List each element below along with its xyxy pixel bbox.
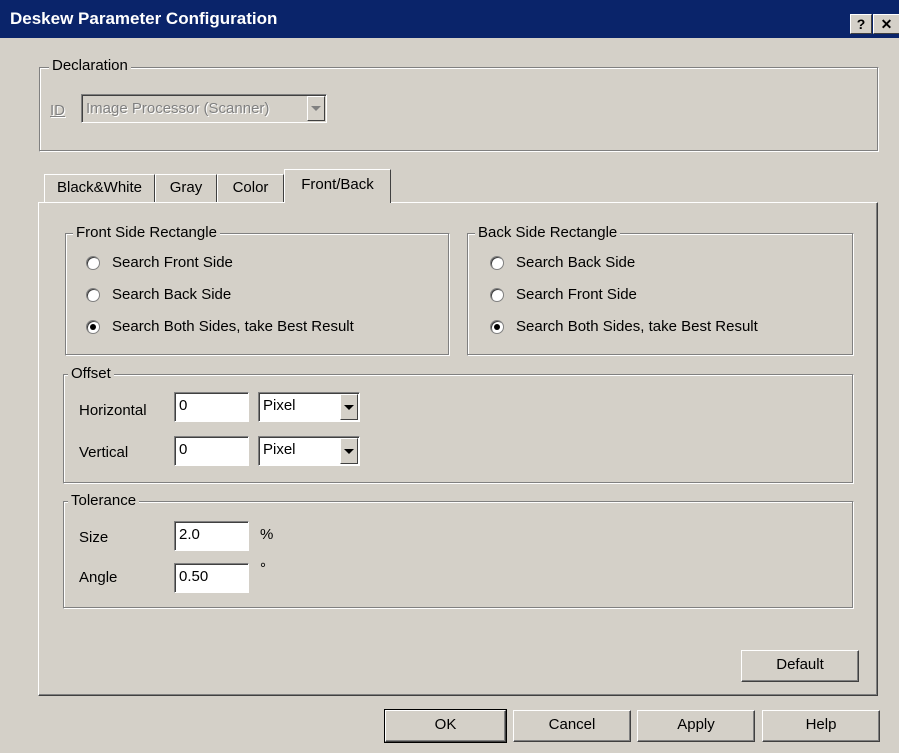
vertical-input[interactable]: 0 (174, 436, 249, 466)
size-input[interactable]: 2.0 (174, 521, 249, 551)
tab-black-white-label: Black&White (56, 179, 143, 196)
id-select-value: Image Processor (Scanner) (86, 100, 270, 117)
horizontal-unit-value: Pixel (263, 397, 296, 414)
apply-button-label: Apply (677, 716, 715, 733)
vertical-unit-select[interactable]: Pixel (258, 436, 360, 466)
angle-label: Angle (79, 569, 118, 586)
size-unit: % (260, 526, 274, 543)
horizontal-input[interactable]: 0 (174, 392, 249, 422)
window-title: Deskew Parameter Configuration (10, 9, 278, 28)
back-search-both-radio[interactable] (490, 320, 504, 334)
vertical-input-value: 0 (179, 441, 188, 458)
tab-color-label: Color (232, 179, 269, 196)
tab-front-back-label: Front/Back (301, 176, 374, 193)
offset-group-label: Offset (68, 365, 114, 382)
offset-group (63, 374, 854, 484)
close-icon: ✕ (880, 16, 893, 32)
help-button-label: Help (805, 716, 837, 733)
front-search-both-label[interactable]: Search Both Sides, take Best Result (112, 318, 354, 335)
id-select-arrow (307, 96, 325, 121)
front-search-front-label[interactable]: Search Front Side (112, 254, 233, 271)
apply-button[interactable]: Apply (637, 710, 755, 742)
vertical-label: Vertical (79, 444, 129, 461)
angle-unit: ° (260, 560, 266, 577)
id-select: Image Processor (Scanner) (81, 94, 327, 123)
close-title-button[interactable]: ✕ (873, 14, 899, 34)
chevron-down-icon (344, 448, 354, 454)
default-button-label: Default (776, 656, 824, 673)
size-label: Size (79, 529, 109, 546)
back-side-group-label: Back Side Rectangle (475, 224, 621, 241)
front-search-back-radio[interactable] (86, 288, 100, 302)
tolerance-group-label: Tolerance (68, 492, 140, 509)
horizontal-label: Horizontal (79, 402, 147, 419)
back-search-both-label[interactable]: Search Both Sides, take Best Result (516, 318, 758, 335)
front-search-front-radio[interactable] (86, 256, 100, 270)
cancel-button[interactable]: Cancel (513, 710, 631, 742)
tab-gray[interactable]: Gray (155, 174, 217, 202)
angle-input-value: 0.50 (179, 568, 209, 585)
vertical-unit-value: Pixel (263, 441, 296, 458)
front-side-group-label: Front Side Rectangle (73, 224, 220, 241)
horizontal-unit-select[interactable]: Pixel (258, 392, 360, 422)
tab-color[interactable]: Color (217, 174, 284, 202)
declaration-group-label: Declaration (49, 57, 131, 74)
help-button[interactable]: Help (762, 710, 880, 742)
default-button[interactable]: Default (741, 650, 859, 682)
front-search-both-radio[interactable] (86, 320, 100, 334)
tab-front-back[interactable]: Front/Back (284, 169, 391, 203)
horizontal-unit-arrow[interactable] (340, 394, 358, 420)
back-search-back-radio[interactable] (490, 256, 504, 270)
help-icon: ? (856, 16, 866, 32)
size-input-value: 2.0 (179, 526, 200, 543)
back-search-back-label[interactable]: Search Back Side (516, 254, 635, 271)
front-search-back-label[interactable]: Search Back Side (112, 286, 231, 303)
vertical-unit-arrow[interactable] (340, 438, 358, 464)
back-search-front-label[interactable]: Search Front Side (516, 286, 637, 303)
chevron-down-icon (344, 404, 354, 410)
angle-input[interactable]: 0.50 (174, 563, 249, 593)
ok-button-label: OK (434, 716, 457, 733)
id-label: ID (50, 102, 65, 119)
help-title-button[interactable]: ? (850, 14, 872, 34)
chevron-down-icon (311, 106, 321, 111)
cancel-button-label: Cancel (548, 716, 596, 733)
horizontal-input-value: 0 (179, 397, 188, 414)
back-search-front-radio[interactable] (490, 288, 504, 302)
ok-button[interactable]: OK (384, 709, 507, 743)
tab-gray-label: Gray (169, 179, 203, 196)
tab-black-white[interactable]: Black&White (44, 174, 155, 202)
